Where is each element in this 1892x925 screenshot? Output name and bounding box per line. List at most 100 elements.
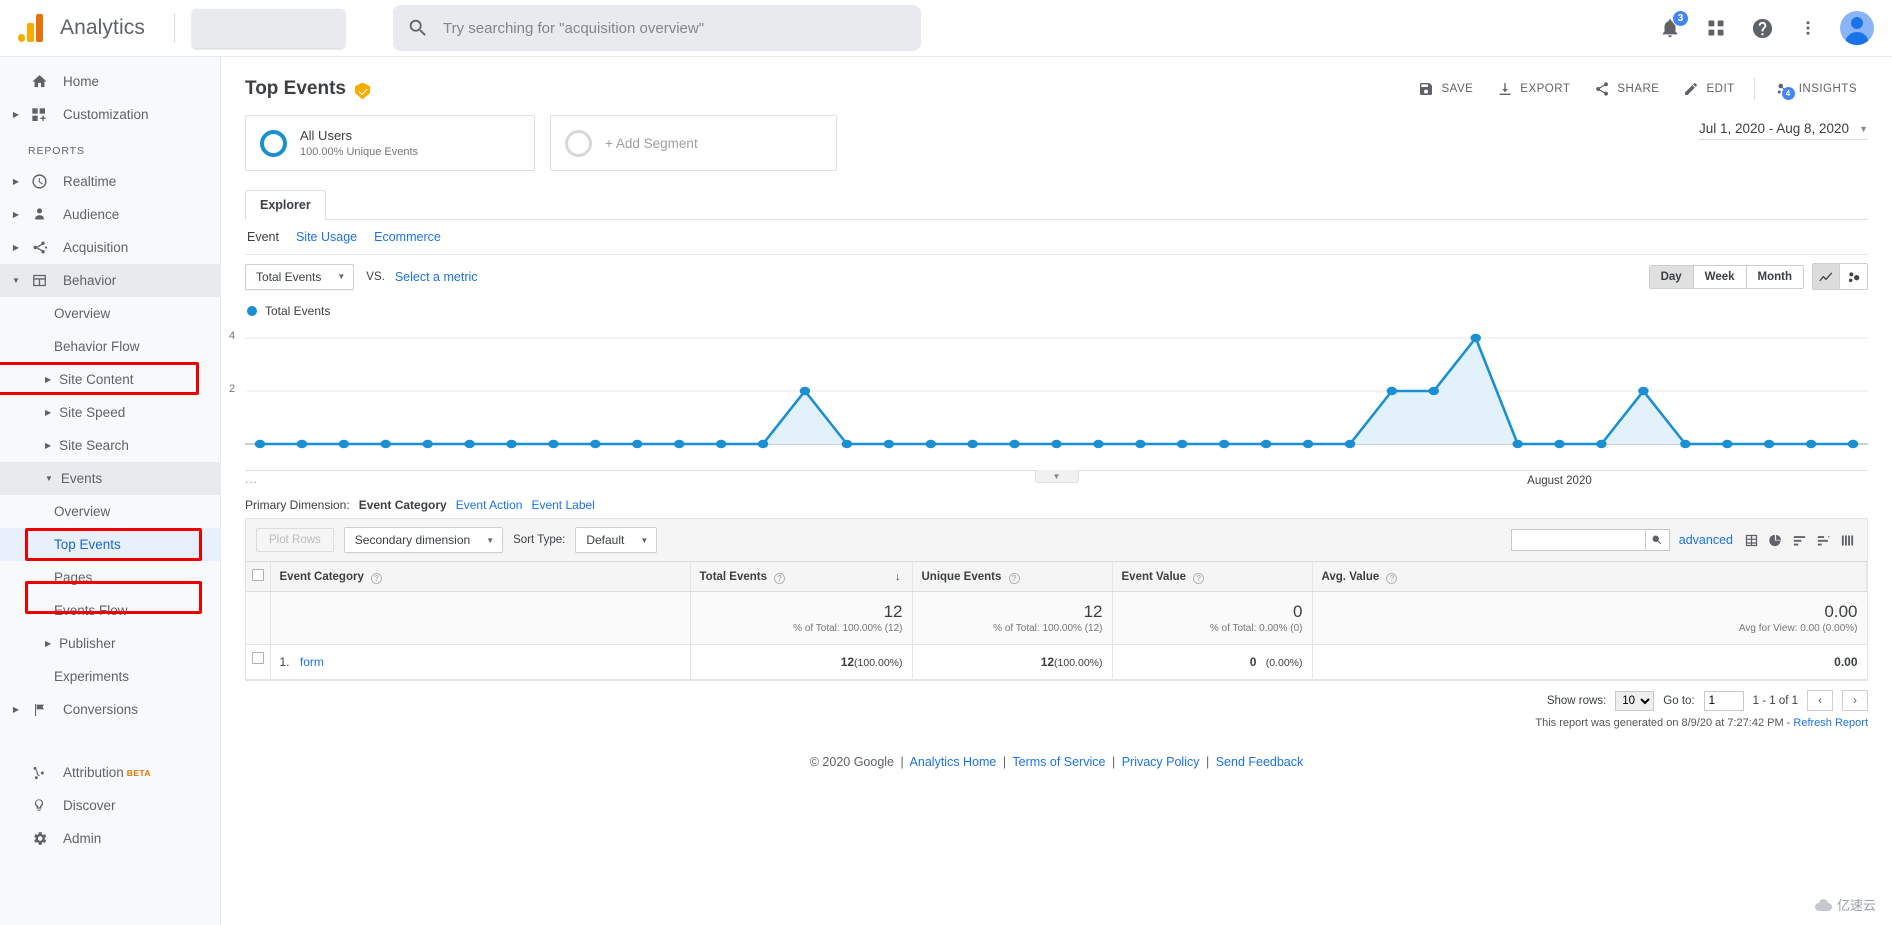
granularity-week[interactable]: Week (1693, 265, 1747, 288)
chart-point[interactable] (715, 439, 727, 449)
chart-point[interactable] (1260, 439, 1272, 449)
select-all-checkbox[interactable] (251, 569, 264, 581)
table-search-input[interactable] (1511, 530, 1645, 550)
sidebar-item-top-events[interactable]: Top Events (0, 528, 220, 561)
tab-explorer[interactable]: Explorer (245, 190, 326, 220)
primary-metric-dropdown[interactable]: Total Events ▼ (245, 263, 355, 290)
chart-point[interactable] (1470, 333, 1481, 343)
chart-point[interactable] (1009, 439, 1020, 449)
sidebar-item-attribution[interactable]: Attribution BETA (0, 756, 220, 789)
sidebar-item-customization[interactable]: ▶ Customization (0, 98, 220, 131)
sidebar-item-events-flow[interactable]: Events Flow (0, 594, 220, 627)
help-button[interactable] (1742, 8, 1782, 48)
chart-point[interactable] (254, 439, 266, 449)
chart-point[interactable] (296, 439, 308, 449)
column-event-category[interactable]: Event Category ? (270, 562, 691, 592)
sidebar-item-site-speed[interactable]: ▶ Site Speed (0, 396, 220, 429)
secondary-dimension-dropdown[interactable]: Secondary dimension ▼ (343, 527, 504, 553)
search-input[interactable] (443, 19, 907, 37)
share-button[interactable]: SHARE (1583, 75, 1670, 103)
next-page-button[interactable]: › (1842, 690, 1868, 711)
chart-point[interactable] (422, 439, 433, 449)
segment-all-users[interactable]: All Users 100.00% Unique Events (245, 115, 535, 171)
collapse-chart-button[interactable]: ▼ (1034, 470, 1079, 483)
chart-point[interactable] (1554, 439, 1565, 449)
sidebar-item-audience[interactable]: ▶ Audience (0, 198, 220, 231)
date-range-picker[interactable]: Jul 1, 2020 - Aug 8, 2020 ▼ (1698, 115, 1868, 140)
pivot-view-icon[interactable] (1838, 531, 1857, 550)
help-icon[interactable]: ? (1008, 572, 1020, 584)
sidebar-item-discover[interactable]: Discover (0, 789, 220, 822)
performance-view-icon[interactable] (1790, 531, 1809, 550)
apps-button[interactable] (1696, 8, 1736, 48)
chart-point[interactable] (925, 439, 937, 449)
chart-point[interactable] (1093, 439, 1104, 449)
sidebar-item-behavior-overview[interactable]: Overview (0, 297, 220, 330)
sidebar-item-experiments[interactable]: Experiments (0, 660, 220, 693)
previous-page-button[interactable]: ‹ (1807, 690, 1833, 711)
chart-point[interactable] (548, 439, 559, 449)
chart-point[interactable] (1805, 439, 1817, 449)
dimension-event-label[interactable]: Event Label (531, 498, 594, 512)
sidebar-item-behavior[interactable]: ▼ Behavior (0, 264, 220, 297)
chart-point[interactable] (799, 386, 811, 396)
tab-site-usage[interactable]: Site Usage (296, 230, 357, 244)
chart-point[interactable] (1512, 439, 1523, 449)
chart-point[interactable] (1722, 439, 1733, 449)
show-rows-select[interactable]: 10 (1615, 690, 1655, 711)
refresh-report-link[interactable]: Refresh Report (1793, 717, 1868, 729)
help-icon[interactable]: ? (1193, 572, 1205, 584)
dimension-event-action[interactable]: Event Action (456, 498, 523, 512)
dimension-event-category[interactable]: Event Category (359, 498, 447, 512)
add-segment-button[interactable]: + Add Segment (550, 115, 837, 171)
help-icon[interactable]: ? (774, 572, 786, 584)
insights-button[interactable]: 4 INSIGHTS (1763, 74, 1868, 104)
chart-point[interactable] (1135, 439, 1146, 449)
tab-event[interactable]: Event (247, 230, 279, 244)
chart-point[interactable] (1763, 439, 1775, 449)
export-button[interactable]: EXPORT (1486, 75, 1581, 103)
footer-link-terms[interactable]: Terms of Service (1012, 755, 1105, 769)
table-view-icon[interactable] (1742, 531, 1761, 550)
table-search-button[interactable] (1645, 529, 1670, 551)
chart-point[interactable] (883, 439, 895, 449)
row-category-link[interactable]: form (300, 655, 324, 669)
footer-link-analytics-home[interactable]: Analytics Home (910, 755, 997, 769)
chart-point[interactable] (1596, 439, 1607, 449)
avatar[interactable] (1840, 11, 1874, 45)
sidebar-item-site-search[interactable]: ▶ Site Search (0, 429, 220, 462)
chart-point[interactable] (1847, 439, 1859, 449)
footer-link-feedback[interactable]: Send Feedback (1216, 755, 1304, 769)
chart-point[interactable] (1051, 439, 1062, 449)
column-unique-events[interactable]: Unique Events ? (912, 562, 1113, 592)
row-checkbox[interactable] (251, 652, 264, 664)
sidebar-item-pages[interactable]: Pages (0, 561, 220, 594)
sidebar-item-admin[interactable]: Admin (0, 822, 220, 855)
sidebar-item-site-content[interactable]: ▶ Site Content (0, 363, 220, 396)
column-event-value[interactable]: Event Value ? (1112, 562, 1313, 592)
more-options-button[interactable] (1788, 8, 1828, 48)
plot-rows-button[interactable]: Plot Rows (256, 528, 334, 552)
edit-button[interactable]: EDIT (1672, 75, 1745, 103)
sidebar-item-home[interactable]: Home (0, 65, 220, 98)
sort-type-dropdown[interactable]: Default ▼ (575, 527, 658, 553)
chart-point[interactable] (590, 439, 601, 449)
chart-point[interactable] (1344, 439, 1356, 449)
chart-point[interactable] (1302, 439, 1314, 449)
granularity-month[interactable]: Month (1746, 265, 1803, 288)
search-box[interactable] (393, 5, 921, 51)
chart-point[interactable] (1176, 439, 1188, 449)
sidebar-item-publisher[interactable]: ▶ Publisher (0, 627, 220, 660)
chart-point[interactable] (757, 439, 769, 449)
comparison-view-icon[interactable] (1814, 531, 1833, 550)
account-selector[interactable] (192, 8, 345, 48)
chart-point[interactable] (1218, 439, 1230, 449)
line-chart-button[interactable] (1813, 264, 1840, 289)
sidebar-item-conversions[interactable]: ▶ Conversions (0, 693, 220, 726)
tab-ecommerce[interactable]: Ecommerce (374, 230, 441, 244)
table-search-box[interactable] (1510, 529, 1646, 551)
goto-input[interactable] (1703, 690, 1744, 711)
column-total-events[interactable]: Total Events ? ↓ (690, 562, 913, 592)
chart-point[interactable] (841, 439, 853, 449)
sidebar-item-events[interactable]: ▼ Events (0, 462, 220, 495)
